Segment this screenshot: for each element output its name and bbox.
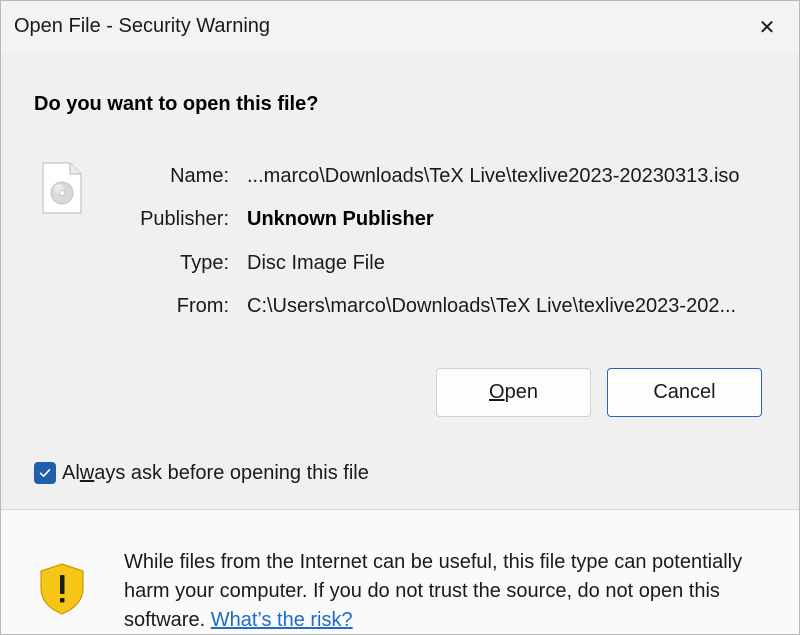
dialog-content: Do you want to open this file? Name: ...… — [1, 53, 799, 509]
close-icon: ✕ — [758, 15, 776, 39]
type-value: Disc Image File — [247, 252, 385, 274]
always-ask-checkbox-row[interactable]: Always ask before opening this file — [34, 460, 369, 486]
publisher-label: Publisher: — [140, 208, 229, 230]
warning-footer: While files from the Internet can be use… — [1, 509, 799, 634]
whats-the-risk-link[interactable]: What’s the risk? — [211, 609, 353, 631]
type-label: Type: — [180, 252, 229, 274]
title-bar: Open File - Security Warning ✕ — [1, 1, 799, 53]
window-title: Open File - Security Warning — [14, 15, 271, 37]
always-ask-checkbox[interactable] — [34, 462, 56, 484]
from-label: From: — [176, 295, 229, 317]
warning-message: While files from the Internet can be use… — [124, 548, 774, 634]
always-ask-label: Always ask before opening this file — [62, 461, 369, 484]
security-warning-dialog: Open File - Security Warning ✕ Do you wa… — [0, 0, 800, 635]
cancel-button[interactable]: Cancel — [607, 368, 762, 417]
open-button-label: Open — [489, 381, 538, 403]
from-value: C:\Users\marco\Downloads\TeX Live\texliv… — [247, 295, 737, 317]
publisher-value: Unknown Publisher — [247, 208, 434, 230]
dialog-heading: Do you want to open this file? — [34, 93, 319, 115]
checkmark-icon — [39, 469, 51, 477]
name-value: ...marco\Downloads\TeX Live\texlive2023-… — [247, 165, 740, 187]
close-button[interactable]: ✕ — [735, 1, 799, 53]
name-label: Name: — [170, 165, 229, 187]
warning-shield-icon — [37, 562, 87, 616]
cancel-button-label: Cancel — [653, 381, 716, 403]
open-button[interactable]: Open — [436, 368, 591, 417]
